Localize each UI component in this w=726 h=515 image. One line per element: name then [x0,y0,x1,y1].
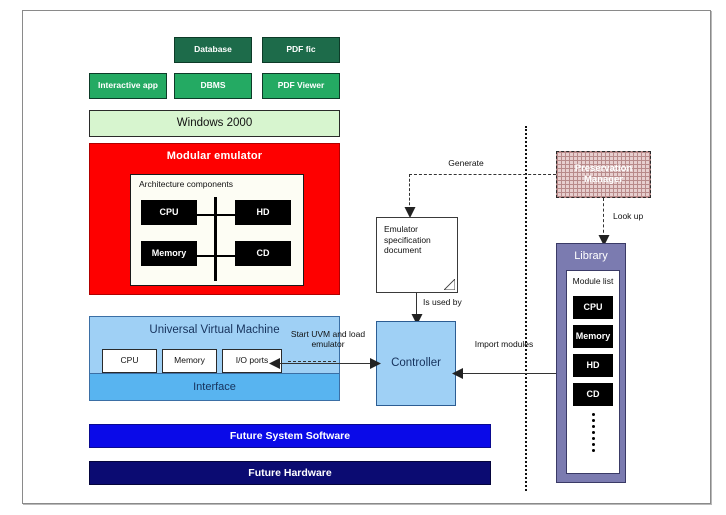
import-modules-line [456,373,556,374]
controller-box[interactable]: Controller [376,321,456,406]
app-box-interactive-app[interactable]: Interactive app [89,73,167,99]
start-uvm-arrowhead-right [370,358,381,369]
uvm-internal-dashed-connector [288,361,336,362]
bus-branch-memory [194,255,216,257]
emulator-specification-document-label: Emulator specification document [384,224,431,256]
library-module-hd[interactable]: HD [573,354,613,377]
library-more-modules-ellipsis [567,413,619,452]
arch-block-cd[interactable]: CD [235,241,291,266]
future-system-software-bar[interactable]: Future System Software [89,424,491,448]
diagram-canvas: Database PDF fic Interactive app DBMS PD… [0,0,726,515]
label-generate: Generate [448,158,484,168]
os-box-windows-2000[interactable]: Windows 2000 [89,110,340,137]
library-module-memory[interactable]: Memory [573,325,613,348]
arch-block-memory[interactable]: Memory [141,241,197,266]
library-module-cd[interactable]: CD [573,383,613,406]
library-module-cpu[interactable]: CPU [573,296,613,319]
label-look-up: Look up [613,211,644,221]
bus-branch-cpu [194,214,216,216]
label-import-modules: Import modules [474,339,534,349]
emulator-specification-document[interactable]: Emulator specification document [376,217,458,293]
module-list-label: Module list [572,276,614,286]
library-panel[interactable]: Library Module list CPU Memory HD CD [556,243,626,483]
arch-block-cpu[interactable]: CPU [141,200,197,225]
uvm-block-memory[interactable]: Memory [162,349,217,373]
bus-vertical [214,197,217,281]
modular-emulator-title: Modular emulator [166,150,263,162]
label-is-used-by: Is used by [423,297,462,307]
app-box-pdf-viewer[interactable]: PDF Viewer [262,73,340,99]
lookup-connector-vertical [603,198,604,238]
architecture-components-label: Architecture components [139,179,234,189]
start-uvm-arrowhead-left [269,358,280,369]
uvm-interface-bar[interactable]: Interface [90,373,339,400]
app-box-pdf-file[interactable]: PDF fic [262,37,340,63]
start-uvm-line [276,363,376,364]
document-fold-corner [444,279,455,290]
label-start-uvm: Start UVM and load emulator [290,329,366,350]
app-box-dbms[interactable]: DBMS [174,73,252,99]
generate-connector-vertical [409,174,410,210]
vertical-dotted-divider [525,126,527,491]
preservation-manager-box[interactable]: Preservation Manager [556,151,651,198]
diagram-frame: Database PDF fic Interactive app DBMS PD… [22,10,711,504]
architecture-components-panel: Architecture components CPU HD Memory CD [130,174,304,286]
uvm-block-cpu[interactable]: CPU [102,349,157,373]
library-title: Library [574,250,608,262]
import-modules-arrowhead [452,368,463,379]
future-hardware-bar[interactable]: Future Hardware [89,461,491,485]
arch-block-hd[interactable]: HD [235,200,291,225]
module-list-panel: Module list CPU Memory HD CD [566,270,620,474]
generate-connector-horizontal [409,174,556,175]
app-box-database[interactable]: Database [174,37,252,63]
modular-emulator-panel[interactable]: Modular emulator Architecture components… [89,143,340,295]
